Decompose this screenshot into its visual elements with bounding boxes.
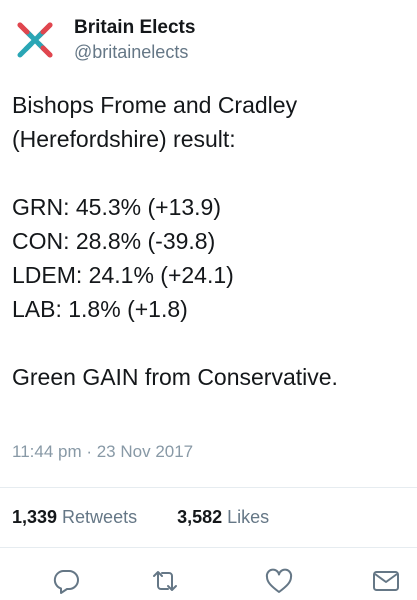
tweet-line: GRN: 45.3% (+13.9) bbox=[12, 194, 222, 220]
retweets-label: Retweets bbox=[62, 507, 138, 527]
retweet-button[interactable] bbox=[147, 563, 183, 599]
share-button[interactable] bbox=[368, 563, 404, 599]
likes-count: 3,582 bbox=[177, 507, 223, 527]
reply-icon bbox=[53, 570, 79, 594]
tweet-card: Britain Elects @britainelects Bishops Fr… bbox=[0, 0, 417, 600]
retweets-count: 1,339 bbox=[12, 507, 58, 527]
envelope-icon bbox=[373, 571, 399, 591]
like-button[interactable] bbox=[261, 563, 297, 599]
reply-button[interactable] bbox=[48, 563, 84, 599]
divider bbox=[0, 547, 417, 548]
tweet-actions bbox=[0, 563, 417, 599]
tweet-line: CON: 28.8% (-39.8) bbox=[12, 228, 216, 254]
tweet-line: Bishops Frome and Cradley bbox=[12, 92, 298, 118]
tweet-line: (Herefordshire) result: bbox=[12, 126, 236, 152]
account-names[interactable]: Britain Elects @britainelects bbox=[74, 16, 195, 64]
tweet-header: Britain Elects @britainelects bbox=[12, 14, 195, 66]
tweet-line: LDEM: 24.1% (+24.1) bbox=[12, 262, 234, 288]
account-handle[interactable]: @britainelects bbox=[74, 40, 195, 64]
retweets-stat[interactable]: 1,339 Retweets bbox=[12, 505, 137, 529]
likes-stat[interactable]: 3,582 Likes bbox=[177, 505, 269, 529]
tweet-timestamp[interactable]: 11:44 pm · 23 Nov 2017 bbox=[12, 441, 193, 463]
britain-elects-x-logo-icon bbox=[17, 22, 53, 58]
retweet-icon bbox=[153, 571, 177, 591]
tweet-stats: 1,339 Retweets 3,582 Likes bbox=[12, 505, 269, 529]
avatar[interactable] bbox=[12, 17, 58, 63]
heart-icon bbox=[265, 568, 293, 593]
likes-label: Likes bbox=[227, 507, 270, 527]
display-name[interactable]: Britain Elects bbox=[74, 16, 195, 40]
divider bbox=[0, 487, 417, 488]
tweet-line: LAB: 1.8% (+1.8) bbox=[12, 296, 188, 322]
tweet-text: Bishops Frome and Cradley (Herefordshire… bbox=[12, 88, 407, 394]
tweet-line: Green GAIN from Conservative. bbox=[12, 364, 338, 390]
